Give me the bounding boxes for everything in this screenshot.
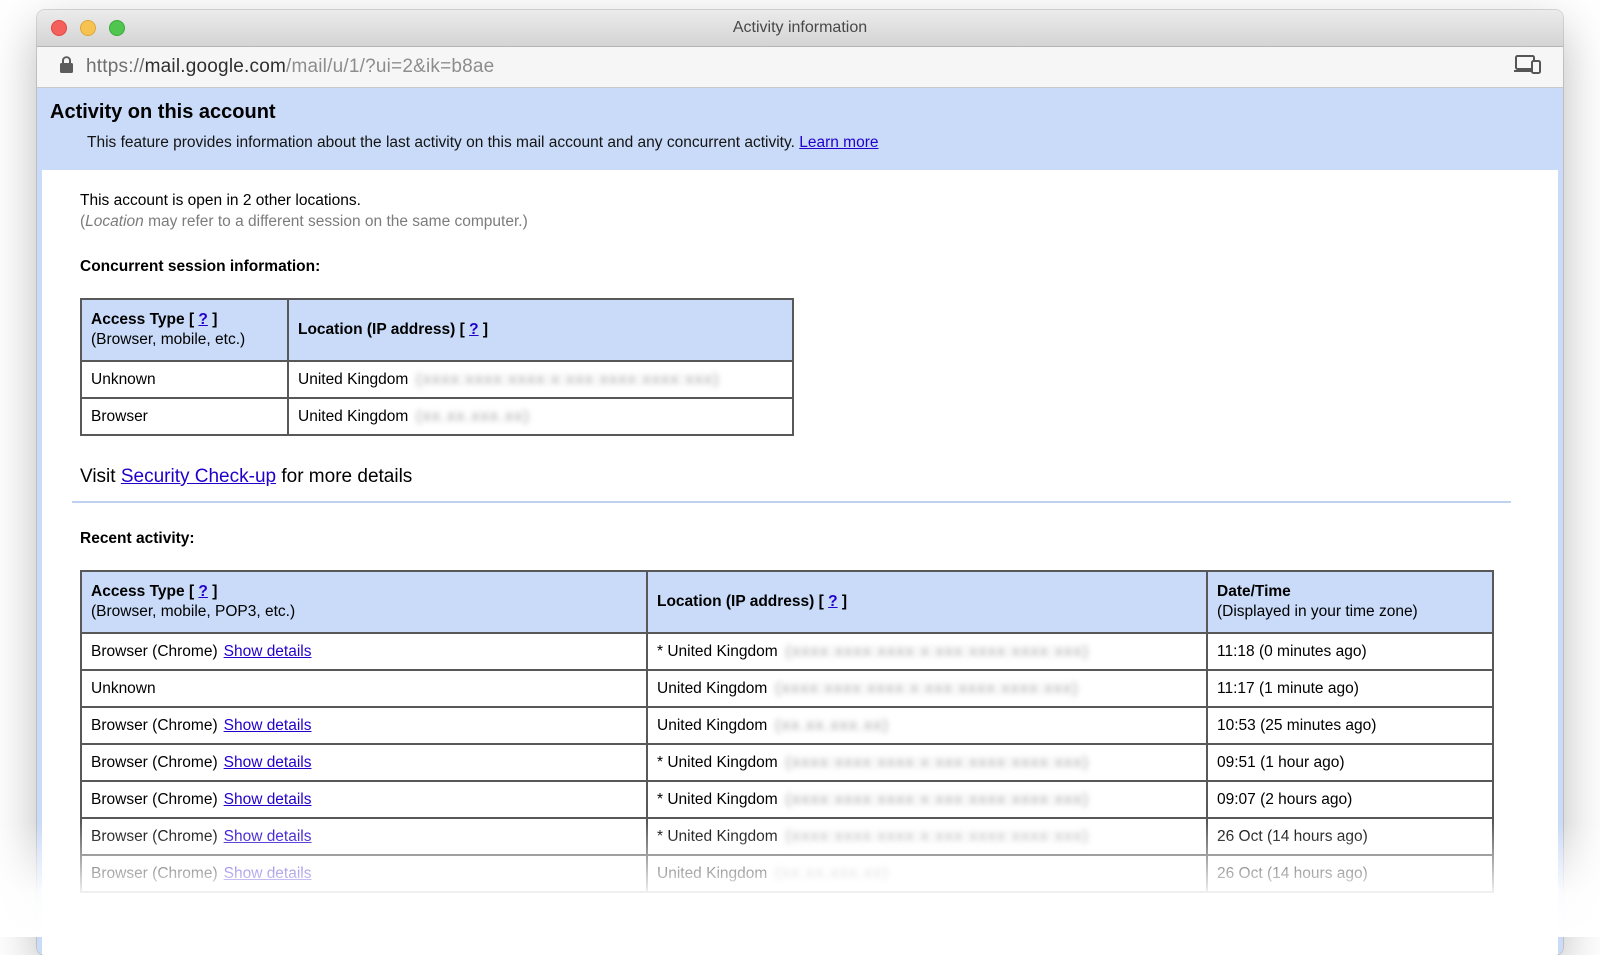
- col-header-access-type: Access Type [ ? ] (Browser, mobile, POP3…: [81, 571, 647, 633]
- url-bar[interactable]: https://mail.google.com/mail/u/1/?ui=2&i…: [37, 47, 1563, 88]
- redacted-ip: (xx.xx.xxx.xx): [775, 865, 889, 882]
- location-cell: United Kingdom(xx.xx.xxx.xx): [288, 398, 793, 435]
- show-details-link[interactable]: Show details: [224, 828, 312, 845]
- url-path: /mail/u/1/?ui=2&ik=b8ae: [286, 56, 494, 77]
- table-row: Browser (Chrome)Show details * United Ki…: [81, 818, 1493, 855]
- datetime-cell: 26 Oct (14 hours ago): [1207, 818, 1493, 855]
- close-window-button[interactable]: [51, 20, 67, 36]
- window-title: Activity information: [733, 19, 867, 37]
- access-type-cell: Browser (Chrome)Show details: [81, 744, 647, 781]
- datetime-cell: 11:17 (1 minute ago): [1207, 670, 1493, 707]
- redacted-ip: (xxxx:xxxx:xxxx:x:xxx:xxxx:xxxx:xxx): [786, 791, 1090, 808]
- fullscreen-window-button[interactable]: [109, 20, 125, 36]
- help-icon[interactable]: ?: [198, 583, 207, 600]
- page-description: This feature provides information about …: [87, 134, 1538, 152]
- url-scheme: https://: [86, 56, 145, 77]
- table-row: Browser (Chrome)Show details * United Ki…: [81, 744, 1493, 781]
- activity-page: Activity on this account This feature pr…: [37, 88, 1563, 955]
- redacted-ip: (xx.xx.xxx.xx): [775, 717, 889, 734]
- location-cell: * United Kingdom(xxxx:xxxx:xxxx:x:xxx:xx…: [647, 818, 1207, 855]
- access-type-cell: Browser (Chrome)Show details: [81, 855, 647, 892]
- show-details-link[interactable]: Show details: [224, 865, 312, 882]
- redacted-ip: (xxxx:xxxx:xxxx:x:xxx:xxxx:xxxx:xxx): [786, 754, 1090, 771]
- table-row: Browser (Chrome)Show details United King…: [81, 707, 1493, 744]
- datetime-cell: 09:07 (2 hours ago): [1207, 781, 1493, 818]
- description-text: This feature provides information about …: [87, 134, 795, 151]
- browser-popup-window: Activity information https://mail.google…: [37, 10, 1563, 955]
- window-titlebar: Activity information: [37, 10, 1563, 47]
- table-row: Unknown United Kingdom(xxxx:xxxx:xxxx:x:…: [81, 670, 1493, 707]
- access-type-cell: Unknown: [81, 670, 647, 707]
- help-icon[interactable]: ?: [469, 321, 478, 338]
- security-checkup-link[interactable]: Security Check-up: [121, 466, 276, 487]
- security-checkup-line: Visit Security Check-up for more details: [80, 466, 1527, 488]
- access-type-cell: Browser (Chrome)Show details: [81, 781, 647, 818]
- location-cell: United Kingdom(xx.xx.xxx.xx): [647, 855, 1207, 892]
- concurrent-asterisk: *: [657, 791, 667, 808]
- access-type-cell: Unknown: [81, 361, 288, 398]
- table-header-row: Access Type [ ? ] (Browser, mobile, etc.…: [81, 299, 793, 361]
- table-row: Browser United Kingdom(xx.xx.xxx.xx): [81, 398, 793, 435]
- page-header-banner: Activity on this account This feature pr…: [42, 88, 1558, 170]
- window-controls: [51, 20, 125, 36]
- table-row: Browser (Chrome)Show details United King…: [81, 855, 1493, 892]
- location-note: (Location may refer to a different sessi…: [80, 213, 1527, 231]
- table-row: Browser (Chrome)Show details * United Ki…: [81, 633, 1493, 670]
- col-header-datetime: Date/Time (Displayed in your time zone): [1207, 571, 1493, 633]
- access-type-cell: Browser (Chrome)Show details: [81, 707, 647, 744]
- page-content: This account is open in 2 other location…: [42, 170, 1558, 893]
- help-icon[interactable]: ?: [828, 593, 837, 610]
- redacted-ip: (xx.xx.xxx.xx): [416, 408, 530, 425]
- access-type-cell: Browser (Chrome)Show details: [81, 818, 647, 855]
- location-cell: * United Kingdom(xxxx:xxxx:xxxx:x:xxx:xx…: [647, 744, 1207, 781]
- col-header-location: Location (IP address) [ ? ]: [288, 299, 793, 361]
- help-icon[interactable]: ?: [198, 311, 207, 328]
- account-open-summary: This account is open in 2 other location…: [80, 192, 1527, 210]
- section-divider: [72, 501, 1511, 503]
- datetime-cell: 11:18 (0 minutes ago): [1207, 633, 1493, 670]
- url-text: https://mail.google.com/mail/u/1/?ui=2&i…: [86, 56, 494, 78]
- redacted-ip: (xxxx:xxxx:xxxx:x:xxx:xxxx:xxxx:xxx): [786, 643, 1090, 660]
- table-header-row: Access Type [ ? ] (Browser, mobile, POP3…: [81, 571, 1493, 633]
- show-details-link[interactable]: Show details: [224, 791, 312, 808]
- datetime-cell: 26 Oct (14 hours ago): [1207, 855, 1493, 892]
- url-host: mail.google.com: [145, 56, 286, 77]
- concurrent-sessions-heading: Concurrent session information:: [80, 258, 1527, 276]
- location-cell: United Kingdom(xxxx:xxxx:xxxx:x:xxx:xxxx…: [647, 670, 1207, 707]
- minimize-window-button[interactable]: [80, 20, 96, 36]
- recent-activity-heading: Recent activity:: [80, 530, 1527, 548]
- col-header-location: Location (IP address) [ ? ]: [647, 571, 1207, 633]
- table-row: Browser (Chrome)Show details * United Ki…: [81, 781, 1493, 818]
- datetime-cell: 09:51 (1 hour ago): [1207, 744, 1493, 781]
- page-title: Activity on this account: [50, 101, 1538, 124]
- table-row: Unknown United Kingdom(xxxx:xxxx:xxxx:x:…: [81, 361, 793, 398]
- recent-activity-table: Access Type [ ? ] (Browser, mobile, POP3…: [80, 570, 1494, 893]
- location-cell: * United Kingdom(xxxx:xxxx:xxxx:x:xxx:xx…: [647, 781, 1207, 818]
- show-details-link[interactable]: Show details: [224, 754, 312, 771]
- location-cell: United Kingdom(xx.xx.xxx.xx): [647, 707, 1207, 744]
- learn-more-link[interactable]: Learn more: [799, 134, 878, 151]
- location-cell: * United Kingdom(xxxx:xxxx:xxxx:x:xxx:xx…: [647, 633, 1207, 670]
- lock-icon: [59, 55, 74, 79]
- col-header-access-type: Access Type [ ? ] (Browser, mobile, etc.…: [81, 299, 288, 361]
- redacted-ip: (xxxx:xxxx:xxxx:x:xxx:xxxx:xxxx:xxx): [416, 371, 720, 388]
- access-type-cell: Browser (Chrome)Show details: [81, 633, 647, 670]
- laptop-and-phone-icon[interactable]: [1513, 54, 1543, 81]
- datetime-cell: 10:53 (25 minutes ago): [1207, 707, 1493, 744]
- concurrent-asterisk: *: [657, 754, 667, 771]
- concurrent-sessions-table: Access Type [ ? ] (Browser, mobile, etc.…: [80, 298, 794, 436]
- show-details-link[interactable]: Show details: [224, 643, 312, 660]
- location-cell: United Kingdom(xxxx:xxxx:xxxx:x:xxx:xxxx…: [288, 361, 793, 398]
- concurrent-asterisk: *: [657, 828, 667, 845]
- show-details-link[interactable]: Show details: [224, 717, 312, 734]
- redacted-ip: (xxxx:xxxx:xxxx:x:xxx:xxxx:xxxx:xxx): [786, 828, 1090, 845]
- concurrent-asterisk: *: [657, 643, 667, 660]
- access-type-cell: Browser: [81, 398, 288, 435]
- redacted-ip: (xxxx:xxxx:xxxx:x:xxx:xxxx:xxxx:xxx): [775, 680, 1079, 697]
